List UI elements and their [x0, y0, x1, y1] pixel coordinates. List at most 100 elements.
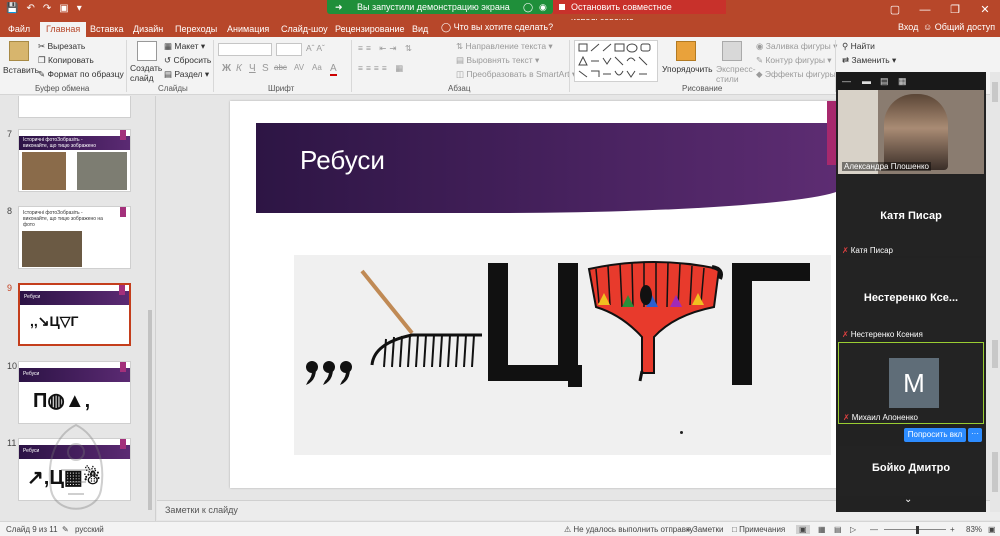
smartart-button[interactable]: ◫ Преобразовать в SmartArt ▾ [456, 69, 576, 80]
paste-icon[interactable] [9, 41, 29, 61]
normal-view-button[interactable]: ▣ [796, 525, 810, 534]
new-slide-icon[interactable] [137, 41, 157, 61]
tab-transitions[interactable]: Переходы [175, 22, 217, 37]
font-color-button[interactable]: A [330, 63, 337, 76]
char-spacing-button[interactable]: AV [294, 63, 304, 72]
tab-review[interactable]: Рецензирование [335, 22, 405, 37]
shadow-button[interactable]: S [262, 63, 269, 74]
main-scrollbar[interactable] [990, 72, 1000, 512]
scrollbar-thumb[interactable] [992, 452, 998, 492]
format-painter-button[interactable]: ✎ Формат по образцу [38, 69, 124, 80]
bold-button[interactable]: Ж [222, 63, 231, 74]
zoom-level[interactable]: 83% [966, 525, 982, 534]
section-button[interactable]: ▤ Раздел ▾ [164, 69, 209, 80]
shape-effects-button[interactable]: ◆ Эффекты фигуры ▾ [756, 69, 842, 80]
stop-share-button[interactable]: Остановить совместное использование [553, 0, 726, 26]
minimize-panel-icon[interactable]: — [842, 76, 851, 86]
close-icon[interactable]: ✕ [970, 0, 1000, 20]
ask-to-unmute-button[interactable]: Попросить вкл [904, 428, 966, 442]
current-slide[interactable]: Ребуси [230, 101, 845, 488]
quick-styles-button[interactable]: Экспресс-стили [716, 64, 756, 84]
find-button[interactable]: ⚲ Найти [842, 41, 875, 52]
speaker-view-icon[interactable]: ▬ [862, 76, 871, 86]
tab-home[interactable]: Главная [40, 22, 87, 37]
tell-me-search[interactable]: ◯ Что вы хотите сделать? [441, 22, 553, 33]
tab-view[interactable]: Вид [412, 22, 428, 37]
text-direction-button[interactable]: ⇅ Направление текста ▾ [456, 41, 553, 52]
fit-slide-icon[interactable]: ▣ [988, 525, 996, 534]
participant-tile[interactable]: Бойко Дмитро [838, 446, 984, 496]
font-name-input[interactable] [218, 43, 272, 56]
copy-button[interactable]: ❐ Копировать [38, 55, 94, 66]
scrollbar-thumb[interactable] [148, 310, 152, 510]
tab-insert[interactable]: Вставка [90, 22, 123, 37]
new-slide-button[interactable]: Создать слайд [130, 63, 162, 83]
bullets-numbering-icon[interactable]: ≡≡ ⇤⇥ ⇅ [358, 43, 415, 54]
customize-qat-icon[interactable]: ▾ [77, 3, 82, 14]
spellcheck-icon[interactable]: ✎ [62, 525, 69, 534]
redo-icon[interactable]: ↷ [43, 3, 51, 14]
arrange-icon[interactable] [676, 41, 696, 61]
participant-tile-active[interactable]: М ✗ Михаил Апоненко [838, 342, 984, 424]
zoom-in-icon[interactable]: + [950, 525, 955, 534]
align-text-button[interactable]: ▤ Выровнять текст ▾ [456, 55, 539, 66]
slideshow-view-button[interactable]: ▷ [850, 525, 856, 534]
scrollbar-thumb[interactable] [992, 340, 998, 368]
font-grow-shrink-icon[interactable]: Aˆ Aˇ [306, 43, 325, 53]
slide-thumbnail-7[interactable]: Історичні фотоЗобразіть - виконайте, що … [18, 129, 131, 192]
scrollbar-thumb[interactable] [992, 82, 998, 102]
comments-toggle[interactable]: □ Примечания [732, 525, 785, 534]
slide-title[interactable]: Ребуси [300, 145, 385, 176]
send-failed-status[interactable]: ⚠ Не удалось выполнить отправку [564, 525, 694, 534]
share-access-button[interactable]: ☺ Общий доступ [923, 22, 995, 32]
more-options-button[interactable]: ··· [968, 428, 982, 442]
change-case-button[interactable]: Aa [312, 63, 322, 72]
replace-button[interactable]: ⇄ Заменить ▾ [842, 55, 896, 66]
tab-animations[interactable]: Анимация [227, 22, 269, 37]
participant-tile[interactable]: Катя Писар ✗ Катя Писар [838, 176, 984, 256]
tab-slideshow[interactable]: Слайд-шоу [281, 22, 328, 37]
strikethrough-button[interactable]: abc [274, 63, 287, 72]
pause-icon[interactable]: ◯ [523, 0, 533, 14]
language-indicator[interactable]: русский [75, 525, 104, 534]
chevron-down-icon[interactable]: ⌄ [904, 494, 912, 505]
reset-button[interactable]: ↺ Сбросить [164, 55, 211, 66]
zoom-slider-thumb[interactable] [916, 526, 919, 534]
participant-tile[interactable]: Нестеренко Ксе... ✗ Нестеренко Ксения [838, 258, 984, 340]
shape-outline-button[interactable]: ✎ Контур фигуры ▾ [756, 55, 832, 66]
ribbon-options-icon[interactable]: ▢ [880, 0, 910, 20]
slide-thumbnail-6[interactable] [18, 96, 131, 118]
notes-toggle[interactable]: ≡ Заметки [686, 525, 724, 534]
sign-in-link[interactable]: Вход [898, 22, 918, 32]
quick-styles-icon[interactable] [722, 41, 742, 61]
arrange-button[interactable]: Упорядочить [662, 64, 713, 74]
font-size-input[interactable] [276, 43, 302, 56]
paste-button[interactable]: Вставить [3, 65, 39, 75]
slide-sorter-button[interactable]: ▦ [818, 525, 826, 534]
maximize-icon[interactable]: ❐ [940, 0, 970, 20]
save-icon[interactable]: 💾 [6, 3, 18, 14]
rebus-image[interactable] [294, 255, 831, 455]
thumbnails-scrollbar[interactable] [147, 98, 153, 518]
underline-button[interactable]: Ч [249, 63, 256, 74]
slide-thumbnail-10[interactable]: Ребуси П◍▲, [18, 361, 131, 424]
zoom-slider[interactable] [884, 529, 946, 530]
tab-design[interactable]: Дизайн [133, 22, 163, 37]
layout-button[interactable]: ▦ Макет ▾ [164, 41, 205, 52]
italic-button[interactable]: К [236, 63, 242, 74]
shapes-gallery[interactable] [574, 40, 658, 82]
minimize-icon[interactable]: — [910, 0, 940, 20]
slide-thumbnail-9[interactable]: Ребуси ,,↘Ц▽Г [18, 283, 131, 346]
cut-button[interactable]: ✂ Вырезать [38, 41, 85, 52]
tab-file[interactable]: Файл [8, 22, 30, 37]
zoom-out-icon[interactable]: — [870, 525, 878, 534]
gallery-grid-icon[interactable]: ▦ [898, 76, 907, 87]
undo-icon[interactable]: ↶ [26, 3, 34, 14]
shape-fill-button[interactable]: ◉ Заливка фигуры ▾ [756, 41, 837, 52]
slide-thumbnail-8[interactable]: Історичні фотоЗобразіть - виконайте, що … [18, 206, 131, 269]
alignment-icon[interactable]: ≡≡≡≡ ▦ [358, 63, 406, 74]
reading-view-button[interactable]: ▤ [834, 525, 842, 534]
start-slideshow-icon[interactable]: ▣ [59, 3, 68, 14]
participant-video[interactable]: Александра Плошенко [838, 90, 984, 174]
gallery-strip-icon[interactable]: ▤ [880, 76, 889, 87]
